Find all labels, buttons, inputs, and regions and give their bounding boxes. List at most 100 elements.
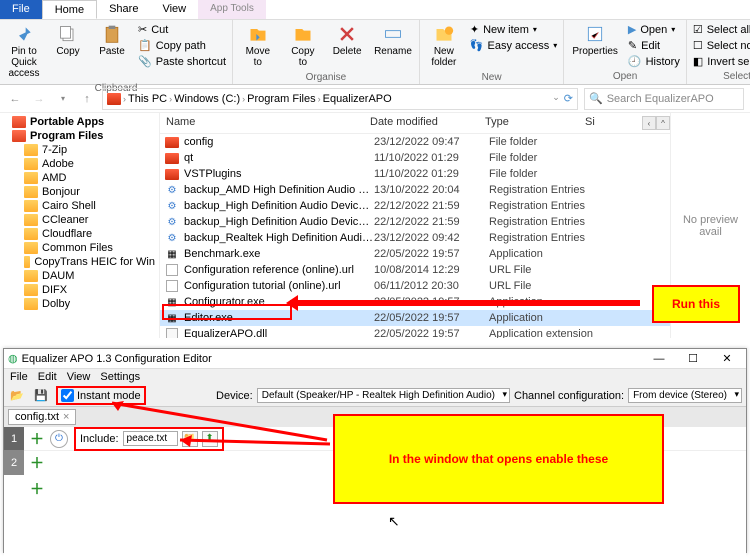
file-row[interactable]: VSTPlugins11/10/2022 01:29File folder: [160, 166, 670, 182]
cut-icon: ✂: [138, 23, 147, 36]
file-row[interactable]: ⚙backup_Realtek High Definition Audio_Sp…: [160, 230, 670, 246]
apo-save-button[interactable]: 💾: [32, 387, 50, 405]
tree-item[interactable]: Adobe: [0, 157, 159, 171]
add-filter-button[interactable]: ＋: [30, 429, 44, 449]
selectnone-button[interactable]: ☐Select none: [691, 38, 750, 53]
tree-item[interactable]: Common Files: [0, 241, 159, 255]
newitem-button[interactable]: ✦New item▾: [468, 22, 559, 37]
selectall-button[interactable]: ☑Select all: [691, 22, 750, 37]
tree-item[interactable]: DAUM: [0, 269, 159, 283]
pasteshortcut-button[interactable]: 📎Paste shortcut: [136, 54, 228, 69]
apo-tab-config[interactable]: config.txt ×: [8, 409, 76, 425]
easyaccess-button[interactable]: 👣Easy access▾: [468, 38, 559, 53]
tree-item[interactable]: Cairo Shell: [0, 199, 159, 213]
refresh-button[interactable]: ⟳: [564, 92, 573, 105]
tab-apptools[interactable]: App Tools: [198, 0, 266, 19]
file-row[interactable]: config23/12/2022 09:47File folder: [160, 134, 670, 150]
tab-share[interactable]: Share: [97, 0, 150, 19]
minimize-button[interactable]: —: [644, 350, 674, 368]
file-row[interactable]: ⚙backup_High Definition Audio Device_Hea…: [160, 198, 670, 214]
folder-icon: [24, 256, 30, 268]
copypath-button[interactable]: 📋Copy path: [136, 38, 228, 53]
paste-button[interactable]: Paste: [92, 22, 132, 59]
easyaccess-icon: 👣: [470, 39, 484, 52]
tree-item[interactable]: Bonjour: [0, 185, 159, 199]
col-size[interactable]: Si: [585, 116, 610, 130]
delete-button[interactable]: Delete: [327, 22, 367, 59]
tree-item[interactable]: 7-Zip: [0, 143, 159, 157]
file-date: 22/05/2022 19:57: [374, 312, 489, 324]
copy-button[interactable]: Copy: [48, 22, 88, 59]
add-filter-button-2[interactable]: ＋: [30, 453, 44, 473]
reg-icon: ⚙: [168, 217, 177, 228]
file-row[interactable]: Configuration tutorial (online).url06/11…: [160, 278, 670, 294]
apo-menu-edit[interactable]: Edit: [38, 371, 57, 383]
file-name: Benchmark.exe: [184, 248, 374, 260]
apo-titlebar[interactable]: ◍ Equalizer APO 1.3 Configuration Editor…: [4, 349, 746, 369]
close-button[interactable]: ✕: [712, 350, 742, 368]
file-row[interactable]: ⚙backup_AMD High Definition Audio Device…: [160, 182, 670, 198]
tree-item[interactable]: Cloudflare: [0, 227, 159, 241]
instant-mode-input[interactable]: [61, 389, 74, 402]
tree-item[interactable]: CopyTrans HEIC for Win: [0, 255, 159, 269]
file-row[interactable]: Configuration reference (online).url10/0…: [160, 262, 670, 278]
maximize-button[interactable]: ☐: [678, 350, 708, 368]
scroll-left[interactable]: ‹: [642, 116, 656, 130]
tab-view[interactable]: View: [150, 0, 198, 19]
apo-menu-file[interactable]: File: [10, 371, 28, 383]
tab-home[interactable]: Home: [42, 0, 97, 19]
rename-button[interactable]: Rename: [371, 22, 415, 59]
cut-button[interactable]: ✂Cut: [136, 22, 228, 37]
moveto-button[interactable]: Move to: [237, 22, 279, 70]
file-list-header[interactable]: Name Date modified Type Si ‹^: [160, 113, 670, 134]
tree-portable-apps[interactable]: Portable Apps: [0, 115, 159, 129]
tree-item[interactable]: AMD: [0, 171, 159, 185]
scroll-up[interactable]: ^: [656, 116, 670, 130]
file-row[interactable]: EqualizerAPO.dll22/05/2022 19:57Applicat…: [160, 326, 670, 338]
col-date[interactable]: Date modified: [370, 116, 485, 130]
file-row[interactable]: qt11/10/2022 01:29File folder: [160, 150, 670, 166]
properties-button[interactable]: Properties: [568, 22, 622, 59]
breadcrumb-dropdown[interactable]: ⌄: [552, 92, 560, 105]
pin-quick-access-button[interactable]: Pin to Quick access: [4, 22, 44, 81]
col-name[interactable]: Name: [160, 116, 370, 130]
file-row[interactable]: ⚙backup_High Definition Audio Device_Spe…: [160, 214, 670, 230]
tree-item[interactable]: DIFX: [0, 283, 159, 297]
col-type[interactable]: Type: [485, 116, 585, 130]
open-button[interactable]: ▶Open▾: [626, 22, 682, 37]
chancfg-select[interactable]: From device (Stereo): [628, 388, 742, 403]
add-filter-bottom[interactable]: ＋: [30, 479, 44, 499]
up-button[interactable]: ↑: [78, 90, 96, 108]
apo-open-button[interactable]: 📂: [8, 387, 26, 405]
recent-dropdown[interactable]: ▾: [54, 90, 72, 108]
file-row[interactable]: ▦Benchmark.exe22/05/2022 19:57Applicatio…: [160, 246, 670, 262]
apo-row-1[interactable]: 1: [4, 427, 24, 451]
newfolder-button[interactable]: New folder: [424, 22, 464, 70]
forward-button[interactable]: →: [30, 90, 48, 108]
close-tab-icon[interactable]: ×: [63, 411, 69, 423]
bc-equalizerapo[interactable]: EqualizerAPO: [323, 93, 392, 105]
reg-icon: ⚙: [168, 201, 177, 212]
breadcrumb[interactable]: › This PC› Windows (C:)› Program Files› …: [102, 88, 578, 110]
power-toggle[interactable]: ⏻: [50, 430, 68, 448]
apo-menu-view[interactable]: View: [67, 371, 91, 383]
file-date: 13/10/2022 20:04: [374, 184, 489, 196]
tree-program-files[interactable]: Program Files: [0, 129, 159, 143]
file-type: Registration Entries: [489, 232, 609, 244]
bc-windowsc[interactable]: Windows (C:): [174, 93, 240, 105]
apo-menu-settings[interactable]: Settings: [100, 371, 140, 383]
tree-item[interactable]: Dolby: [0, 297, 159, 311]
tree-item[interactable]: CCleaner: [0, 213, 159, 227]
file-name: EqualizerAPO.dll: [184, 328, 374, 338]
folder-tree[interactable]: Portable Apps Program Files 7-ZipAdobeAM…: [0, 113, 160, 338]
history-button[interactable]: 🕘History: [626, 54, 682, 69]
edit-button[interactable]: ✎Edit: [626, 38, 682, 53]
bc-thispc[interactable]: This PC: [128, 93, 167, 105]
copyto-button[interactable]: Copy to: [283, 22, 324, 70]
tab-file[interactable]: File: [0, 0, 42, 19]
search-input[interactable]: 🔍 Search EqualizerAPO: [584, 88, 744, 110]
bc-programfiles[interactable]: Program Files: [247, 93, 315, 105]
apo-row-2[interactable]: 2: [4, 451, 24, 475]
back-button[interactable]: ←: [6, 90, 24, 108]
invert-button[interactable]: ◧Invert selection: [691, 54, 750, 69]
